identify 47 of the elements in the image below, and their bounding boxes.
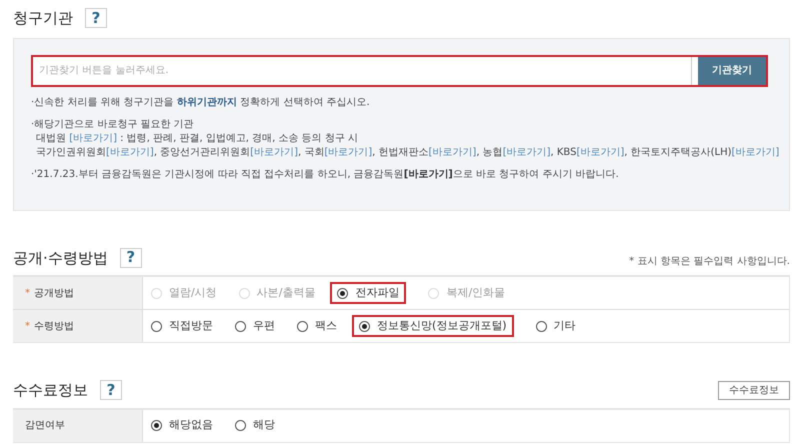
row-label-text: 수령방법 — [34, 320, 74, 334]
radio-label: 복제/인화물 — [446, 284, 506, 301]
radio-label: 우편 — [253, 318, 275, 334]
search-button[interactable]: 기관찾기 — [698, 56, 766, 84]
help-button[interactable]: ? — [100, 380, 122, 400]
link[interactable]: [바로가기] — [502, 146, 550, 158]
link[interactable]: [바로가기] — [69, 132, 117, 144]
link[interactable]: [바로가기] — [576, 146, 624, 158]
link[interactable]: [바로가기] — [404, 168, 453, 180]
note-text: 대법원 [바로가기] : 법령, 판례, 판결, 입법예고, 경매, 소송 등의 청구 시 — [35, 132, 360, 146]
help-button[interactable]: ? — [85, 8, 107, 28]
radio-button[interactable] — [235, 420, 246, 431]
radio-button[interactable] — [151, 320, 162, 332]
row-label-text: 공개방법 — [34, 286, 74, 300]
radio-label: 전자파일 — [355, 284, 400, 301]
link[interactable]: [바로가기] — [106, 146, 154, 158]
radio-label: 팩스 — [315, 318, 337, 334]
section-title: 청구기관 — [13, 8, 73, 29]
radio-button[interactable] — [536, 320, 547, 332]
link[interactable]: [바로가기] — [250, 146, 298, 158]
search-field[interactable]: 기관찾기 버튼을 눌러주세요. 기관찾기 — [31, 54, 768, 86]
note-text: ·해당기관으로 바로청구 필요한 기관 — [31, 118, 195, 132]
required-mark: * — [25, 286, 30, 300]
radio-button[interactable] — [235, 320, 246, 332]
section-title: 공개·수령방법 — [13, 248, 108, 268]
link[interactable]: [바로가기] — [428, 146, 476, 158]
radio-button[interactable] — [151, 420, 162, 431]
note-text: ·신속한 처리를 위해 청구기관을 하위기관까지 정확하게 선택하여 주십시오. — [31, 96, 371, 110]
fee-info-button[interactable]: 수수료정보 — [718, 380, 790, 400]
radio-button[interactable] — [297, 320, 308, 332]
required-note: * 표시 항목은 필수입력 사항입니다. — [629, 255, 790, 269]
row-label-text: 감면여부 — [25, 419, 65, 433]
radio-button[interactable] — [359, 320, 370, 332]
radio-label: 정보통신망(정보공개포털) — [377, 318, 507, 334]
radio-label: 기타 — [554, 318, 576, 334]
radio-button[interactable] — [337, 288, 348, 298]
radio-label: 열람/시청 — [169, 284, 217, 301]
section-title: 수수료정보 — [13, 380, 88, 401]
note-text: ·'21.7.23.부터 금융감독원은 기관시정에 따라 직접 접수처리를 하오니, 금융감독원[바로가기]으로 바로 청구하여 주시기 바랍니다. — [31, 168, 620, 182]
link[interactable]: [바로가기] — [324, 146, 372, 158]
link[interactable]: [바로가기] — [732, 146, 780, 158]
radio-label: 해당없음 — [169, 417, 213, 434]
radio-label: 사본/출력물 — [256, 284, 316, 301]
required-mark: * — [25, 320, 30, 334]
radio-label: 직접방문 — [169, 318, 213, 334]
help-button[interactable]: ? — [120, 248, 142, 268]
radio-label: 해당 — [253, 417, 275, 434]
